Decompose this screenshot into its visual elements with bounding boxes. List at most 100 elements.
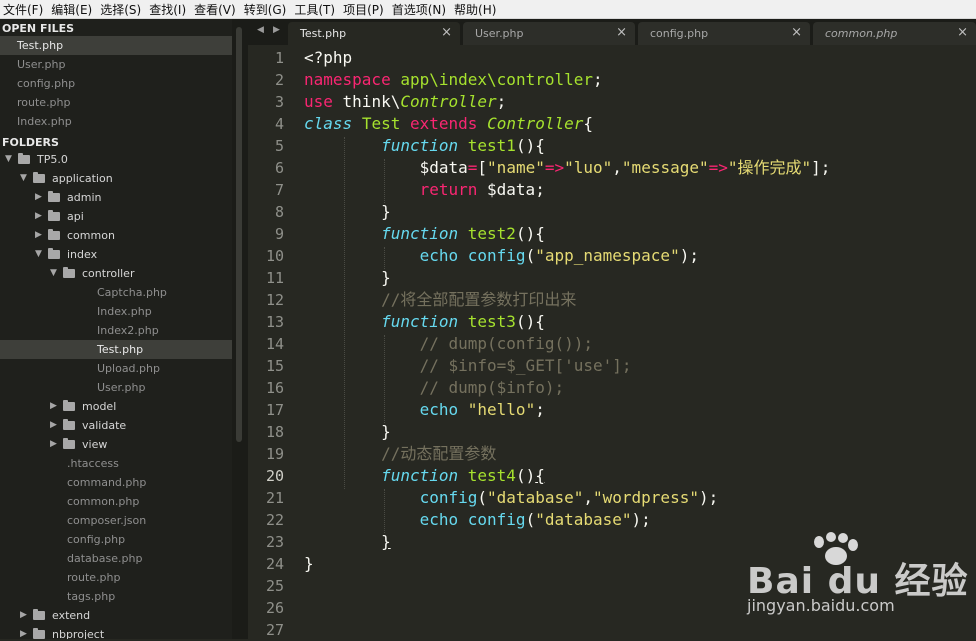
menu-item[interactable]: 文件(F) [0,1,48,18]
code-token: Controller [400,92,497,111]
file-item[interactable]: Index2.php [0,321,232,340]
folder-item-view[interactable]: ▶ view [0,435,232,454]
folder-icon [63,400,75,411]
chevron-right-icon: ▶ [35,230,42,240]
menu-item[interactable]: 选择(S) [97,1,146,18]
file-item[interactable]: User.php [0,378,232,397]
tab-test-php[interactable]: Test.php × [288,22,460,45]
tab-label: Test.php [300,27,347,40]
code-token: think\ [332,92,401,111]
tab-bar: ◀ ▶ Test.php × User.php × config.php × comm… [248,19,976,45]
tab-common-php[interactable]: common.php × [813,22,976,45]
open-file-item[interactable]: User.php [0,55,232,74]
file-label: User.php [97,381,146,394]
file-item[interactable]: tags.php [0,587,232,606]
folder-item-index[interactable]: ▼ index [0,245,232,264]
code-token: "hello" [467,400,536,419]
line-number: 2 [274,71,284,89]
close-icon[interactable]: × [441,25,452,40]
tab-config-php[interactable]: config.php × [638,22,810,45]
menu-item[interactable]: 工具(T) [291,1,340,18]
file-item[interactable]: .htaccess [0,454,232,473]
line-number: 1 [274,49,284,67]
line-number: 19 [265,445,284,463]
folder-icon [33,172,45,183]
open-file-label: config.php [17,77,76,90]
tab-user-php[interactable]: User.php × [463,22,635,45]
file-item[interactable]: database.php [0,549,232,568]
file-item[interactable]: Captcha.php [0,283,232,302]
code-token: namespace [304,70,391,89]
close-icon[interactable]: × [616,25,627,40]
file-item[interactable]: command.php [0,473,232,492]
code-token: "luo" [564,158,613,177]
folder-item-api[interactable]: ▶ api [0,207,232,226]
menu-item[interactable]: 首选项(N) [389,1,451,18]
code-token: $data [304,158,468,177]
folder-label: model [82,400,117,413]
file-item[interactable]: Index.php [0,302,232,321]
folder-item-nbproject[interactable]: ▶ nbproject [0,625,232,639]
code-token: "message" [621,158,709,177]
code-token: class [304,114,353,133]
file-label: Captcha.php [97,286,167,299]
tab-scroll-left-icon[interactable]: ◀ [257,25,264,35]
code-token: extends [409,114,478,133]
code-token: test4 [467,466,516,485]
folder-item-validate[interactable]: ▶ validate [0,416,232,435]
menu-item[interactable]: 查找(I) [146,1,191,18]
folder-item-controller[interactable]: ▼ controller [0,264,232,283]
open-file-item[interactable]: config.php [0,74,232,93]
chevron-down-icon: ▼ [35,249,42,259]
folder-item-application[interactable]: ▼ application [0,169,232,188]
code-token: } [304,422,391,441]
code-line: function test4(){ [304,465,545,487]
close-icon[interactable]: × [791,25,802,40]
menu-item[interactable]: 项目(P) [340,1,389,18]
code-line: } [304,267,391,289]
open-file-item[interactable]: Test.php [0,36,232,55]
code-token: } [304,202,391,221]
code-line: //动态配置参数 [304,443,496,465]
file-item[interactable]: Upload.php [0,359,232,378]
chevron-right-icon: ▶ [20,629,27,639]
file-item[interactable]: config.php [0,530,232,549]
file-item[interactable]: composer.json [0,511,232,530]
folder-item-extend[interactable]: ▶ extend [0,606,232,625]
tab-scroll-right-icon[interactable]: ▶ [273,25,280,35]
chevron-right-icon: ▶ [50,420,57,430]
scrollbar-thumb[interactable] [236,27,242,442]
code-line: function test2(){ [304,223,545,245]
code-token: // dump(config()); [419,334,593,353]
close-icon[interactable]: × [957,25,968,40]
file-item[interactable]: route.php [0,568,232,587]
file-item-selected[interactable]: Test.php [0,340,232,359]
folder-item-root[interactable]: ▼ TP5.0 [0,150,232,169]
menu-item[interactable]: 转到(G) [241,1,292,18]
menu-item[interactable]: 查看(V) [191,1,241,18]
menu-item[interactable]: 帮助(H) [451,1,501,18]
open-file-item[interactable]: route.php [0,93,232,112]
line-number: 21 [265,489,284,507]
code-line: $data=["name"=>"luo","message"=>"操作完成"]; [304,157,831,179]
folder-item-common[interactable]: ▶ common [0,226,232,245]
code-token: "database" [487,488,584,507]
baidu-jingyan-watermark: Bai du 经验 jingyan.baidu.com [745,530,975,620]
code-token: "database" [535,510,632,529]
open-file-item[interactable]: Index.php [0,112,232,131]
menu-item[interactable]: 编辑(E) [48,1,97,18]
file-item[interactable]: common.php [0,492,232,511]
folder-item-model[interactable]: ▶ model [0,397,232,416]
line-number: 4 [274,115,284,133]
file-label: Upload.php [97,362,160,375]
folder-item-admin[interactable]: ▶ admin [0,188,232,207]
folder-icon [63,419,75,430]
line-number: 24 [265,555,284,573]
sidebar-scrollbar[interactable] [232,19,248,639]
code-token: } [304,554,314,573]
folder-label: controller [82,267,135,280]
